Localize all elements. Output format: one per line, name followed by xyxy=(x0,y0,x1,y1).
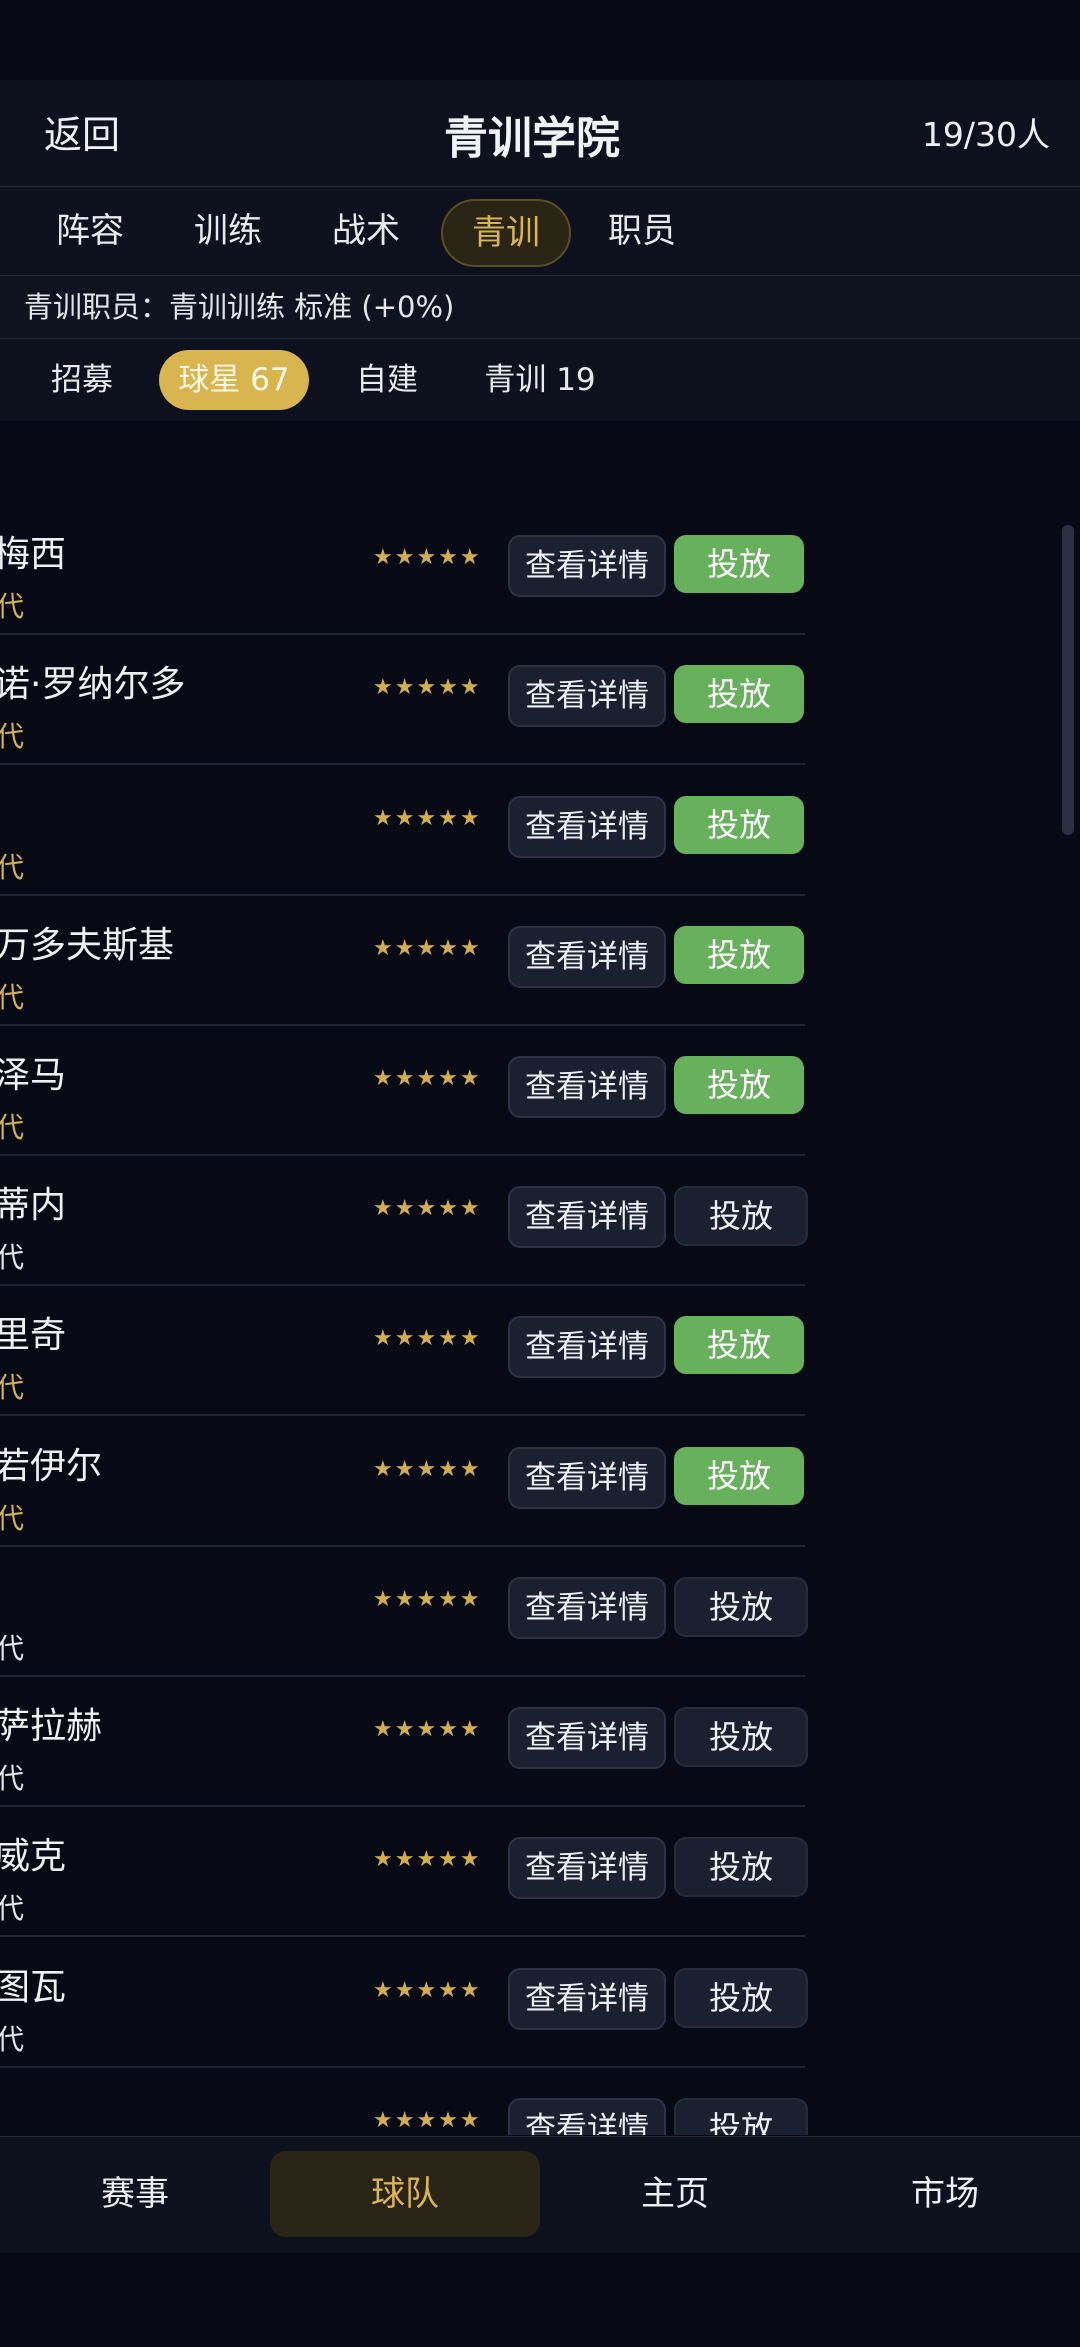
player-row: 萨拉赫 代 ★★★★★ 查看详情 投放 xyxy=(0,1675,808,1807)
star-rating: ★★★★★ xyxy=(373,545,482,570)
player-row: 梅西 代 ★★★★★ 查看详情 投放 xyxy=(0,503,805,635)
filter-youth[interactable]: 青训 19 xyxy=(475,350,605,410)
tab-training[interactable]: 训练 xyxy=(178,199,278,263)
filter-custom[interactable]: 自建 xyxy=(337,350,437,410)
player-name: 萨拉赫 xyxy=(0,1706,103,1747)
tab-youth[interactable]: 青训 xyxy=(441,199,571,267)
view-details-button[interactable]: 查看详情 xyxy=(508,796,666,858)
player-row: 代 ★★★★★ 查看详情 投放 xyxy=(0,764,805,896)
player-subtitle: 代 xyxy=(0,981,25,1014)
deploy-button[interactable]: 投放 xyxy=(674,1056,804,1114)
deploy-button[interactable]: 投放 xyxy=(674,1186,808,1246)
player-subtitle: 代 xyxy=(0,1892,25,1925)
player-name: 图瓦 xyxy=(0,1967,67,2008)
star-rating: ★★★★★ xyxy=(373,1066,482,1091)
star-rating: ★★★★★ xyxy=(373,1326,482,1351)
deploy-button[interactable]: 投放 xyxy=(674,1316,804,1374)
view-details-button[interactable]: 查看详情 xyxy=(508,665,666,727)
tab-tactics[interactable]: 战术 xyxy=(316,199,416,263)
star-rating: ★★★★★ xyxy=(373,1457,482,1482)
tab-lineup[interactable]: 阵容 xyxy=(40,199,140,263)
deploy-button[interactable]: 投放 xyxy=(674,796,804,854)
player-subtitle: 代 xyxy=(0,851,25,884)
star-rating: ★★★★★ xyxy=(373,1847,482,1872)
player-name: 梅西 xyxy=(0,534,67,575)
view-details-button[interactable]: 查看详情 xyxy=(508,1707,666,1769)
view-details-button[interactable]: 查看详情 xyxy=(508,1577,666,1639)
tab-staff[interactable]: 职员 xyxy=(592,199,692,263)
player-name: 若伊尔 xyxy=(0,1446,103,1487)
view-details-button[interactable]: 查看详情 xyxy=(508,1837,666,1899)
player-subtitle: 代 xyxy=(0,2023,25,2056)
star-rating: ★★★★★ xyxy=(373,936,482,961)
star-rating: ★★★★★ xyxy=(373,2108,482,2133)
deploy-button[interactable]: 投放 xyxy=(674,535,804,593)
player-name: 蒂内 xyxy=(0,1185,67,1226)
player-row: 泽马 代 ★★★★★ 查看详情 投放 xyxy=(0,1024,805,1156)
view-details-button[interactable]: 查看详情 xyxy=(508,1316,666,1378)
star-rating: ★★★★★ xyxy=(373,806,482,831)
filter-stars[interactable]: 球星 67 xyxy=(159,350,309,410)
view-details-button[interactable]: 查看详情 xyxy=(508,1968,666,2030)
player-row: 威克 代 ★★★★★ 查看详情 投放 xyxy=(0,1805,808,1937)
nav-team[interactable]: 球队 xyxy=(270,2151,540,2237)
player-list: 梅西 代 ★★★★★ 查看详情 投放 诺·罗纳尔多 代 ★★★★★ 查看详情 投… xyxy=(0,500,1080,2135)
player-row: 万多夫斯基 代 ★★★★★ 查看详情 投放 xyxy=(0,894,805,1026)
player-name: 泽马 xyxy=(0,1055,67,1096)
youth-staff-info: 青训职员：青训训练 标准 (+0%) xyxy=(0,276,1080,339)
roster-count: 19/30人 xyxy=(921,115,1050,154)
player-subtitle: 代 xyxy=(0,1241,25,1274)
deploy-button[interactable]: 投放 xyxy=(674,1707,808,1767)
deploy-button[interactable]: 投放 xyxy=(674,1577,808,1637)
star-rating: ★★★★★ xyxy=(373,1196,482,1221)
star-rating: ★★★★★ xyxy=(373,1587,482,1612)
bottom-nav: 赛事 球队 主页 市场 xyxy=(0,2136,1080,2253)
deploy-button[interactable]: 投放 xyxy=(674,665,804,723)
player-subtitle: 代 xyxy=(0,1762,25,1795)
player-filters: 招募 球星 67 自建 青训 19 xyxy=(0,339,1080,421)
player-subtitle: 代 xyxy=(0,1371,25,1404)
star-rating: ★★★★★ xyxy=(373,675,482,700)
nav-matches[interactable]: 赛事 xyxy=(0,2151,270,2237)
nav-market[interactable]: 市场 xyxy=(810,2151,1080,2237)
view-details-button[interactable]: 查看详情 xyxy=(508,926,666,988)
deploy-button[interactable]: 投放 xyxy=(674,1447,804,1505)
view-details-button[interactable]: 查看详情 xyxy=(508,1056,666,1118)
player-name: 万多夫斯基 xyxy=(0,925,175,966)
deploy-button[interactable]: 投放 xyxy=(674,926,804,984)
player-row: ★★★★★ 查看详情 投放 xyxy=(0,2066,808,2135)
view-details-button[interactable]: 查看详情 xyxy=(508,1447,666,1509)
player-name: 诺·罗纳尔多 xyxy=(0,664,186,705)
star-rating: ★★★★★ xyxy=(373,1978,482,2003)
player-row: 蒂内 代 ★★★★★ 查看详情 投放 xyxy=(0,1154,808,1286)
player-subtitle: 代 xyxy=(0,1111,25,1144)
player-row: 诺·罗纳尔多 代 ★★★★★ 查看详情 投放 xyxy=(0,633,805,765)
player-subtitle: 代 xyxy=(0,1632,25,1665)
filter-recruit[interactable]: 招募 xyxy=(32,350,132,410)
view-details-button[interactable]: 查看详情 xyxy=(508,1186,666,1248)
team-tabs: 阵容 训练 战术 青训 职员 xyxy=(0,187,1080,276)
player-row: 图瓦 代 ★★★★★ 查看详情 投放 xyxy=(0,1936,808,2068)
player-subtitle: 代 xyxy=(0,590,25,623)
top-bar: 返回 青训学院 19/30人 xyxy=(0,80,1080,187)
nav-home[interactable]: 主页 xyxy=(540,2151,810,2237)
player-subtitle: 代 xyxy=(0,720,25,753)
youth-staff-text: 青训职员：青训训练 标准 (+0%) xyxy=(24,290,455,324)
deploy-button[interactable]: 投放 xyxy=(674,2098,808,2135)
deploy-button[interactable]: 投放 xyxy=(674,1968,808,2028)
player-name: 威克 xyxy=(0,1836,67,1877)
player-row: 里奇 代 ★★★★★ 查看详情 投放 xyxy=(0,1284,805,1416)
page-title: 青训学院 xyxy=(444,113,620,164)
view-details-button[interactable]: 查看详情 xyxy=(508,2098,666,2135)
view-details-button[interactable]: 查看详情 xyxy=(508,535,666,597)
star-rating: ★★★★★ xyxy=(373,1717,482,1742)
player-row: 代 ★★★★★ 查看详情 投放 xyxy=(0,1545,808,1677)
player-subtitle: 代 xyxy=(0,1502,25,1535)
player-row: 若伊尔 代 ★★★★★ 查看详情 投放 xyxy=(0,1415,805,1547)
deploy-button[interactable]: 投放 xyxy=(674,1837,808,1897)
player-name: 里奇 xyxy=(0,1315,67,1356)
list-scrollbar[interactable] xyxy=(1062,525,1074,835)
